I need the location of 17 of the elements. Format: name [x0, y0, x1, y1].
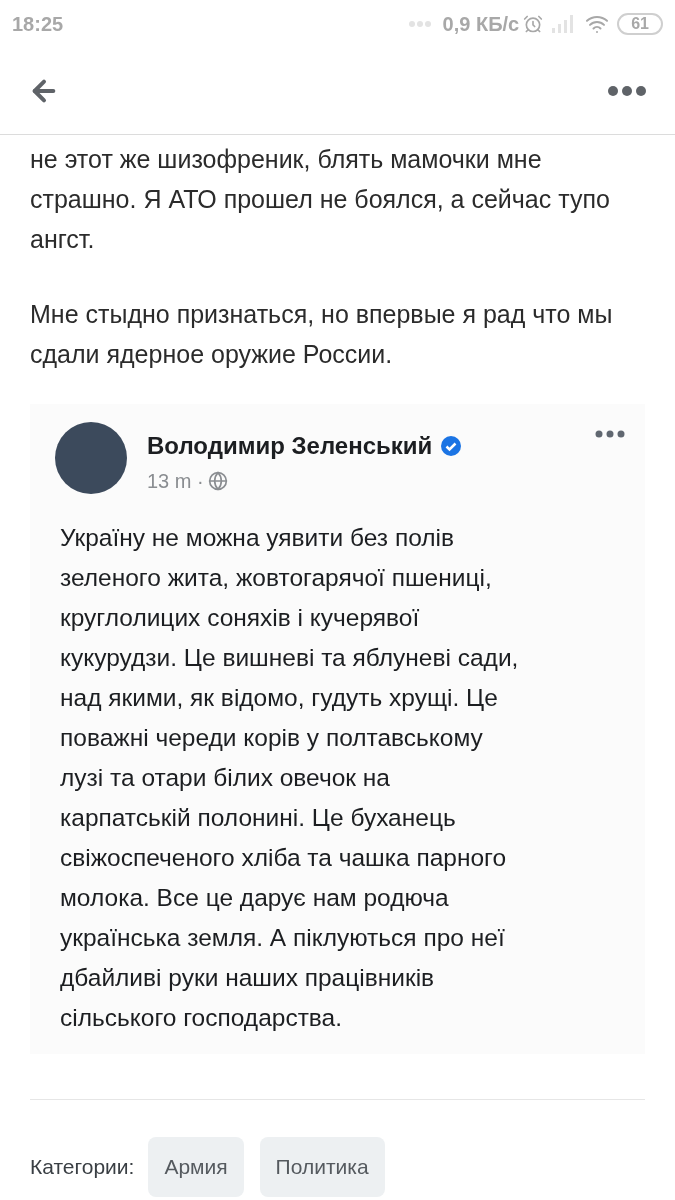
more-icon: [607, 85, 647, 97]
article-paragraph: Мне стыдно признаться, но впервые я рад что мы сдали ядерное оружие России.: [30, 299, 614, 370]
battery-indicator: 61: [617, 13, 663, 35]
alarm-icon: [523, 14, 544, 34]
category-tag[interactable]: Армия: [148, 1137, 244, 1197]
more-options-button[interactable]: [607, 85, 647, 97]
network-speed: 0,9 КБ/с: [442, 12, 520, 37]
more-icon: [408, 21, 431, 27]
categories-label: Категории:: [30, 1154, 135, 1180]
post-text: Україну не можна уявити без полів зеленого жита, жовтогарячої пшениці, круглолицих соняхів і кучерявої кукурудзи. Це вишневі та яблуневі сади, над якими, як відомо, гудуть хрущі. Це поважні череди корів у полтавському лузі та отари білих овечок на карпатській полонині. Це буханець свіжоспеченого хліба та чашка парного молока. Все це дарує нам родюча українська земля. А піклуються про неї дбайливі руки наших працівників сільського господарства.: [59, 523, 520, 1033]
author-name: Володимир Зеленський: [147, 431, 433, 461]
category-tag[interactable]: Политика: [259, 1137, 385, 1197]
post-time: 13 m ·: [147, 469, 204, 494]
globe-icon: [207, 471, 228, 491]
post-more-icon: [595, 430, 625, 438]
article-paragraph: не этот же шизофреник, блять мамочки мне страшно. Я АТО прошел не боялся, а сейчас тупо ангст.: [30, 144, 611, 255]
status-time: 18:25: [12, 12, 64, 37]
